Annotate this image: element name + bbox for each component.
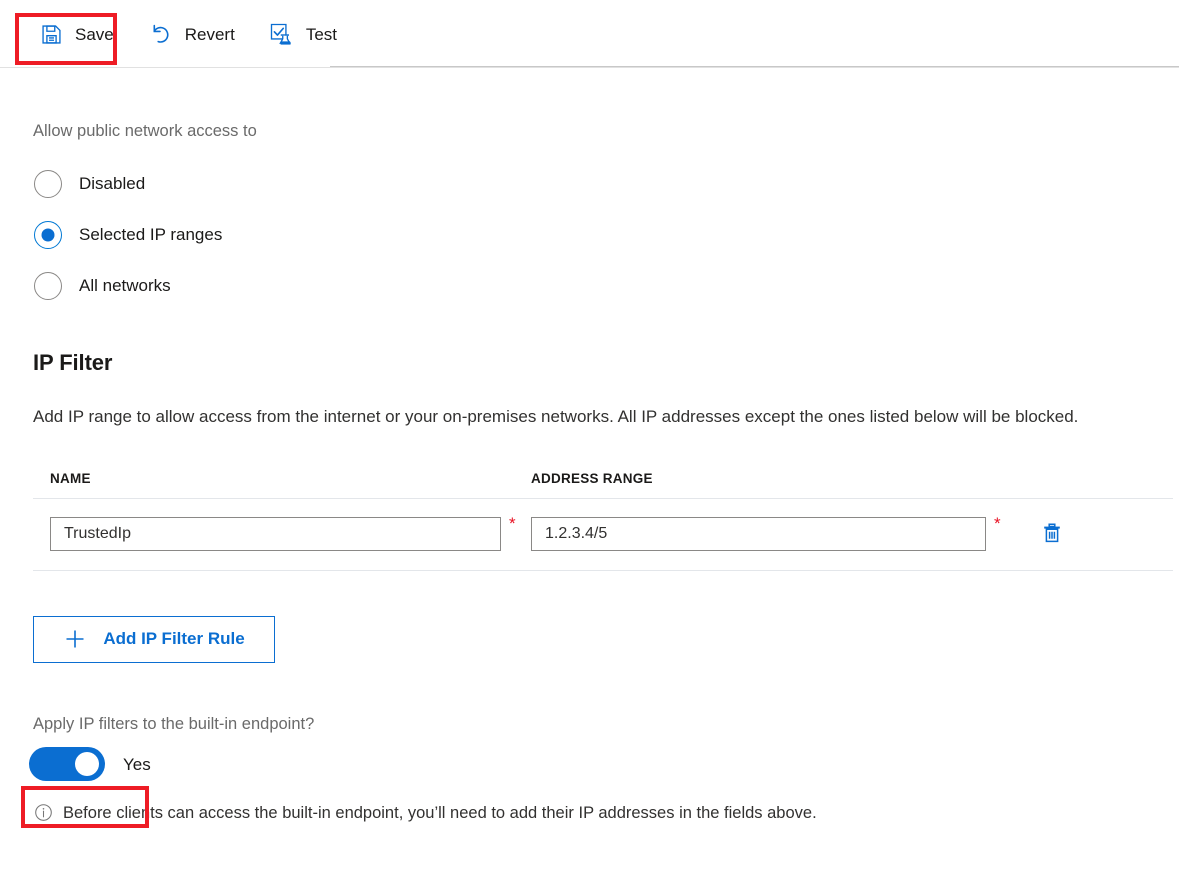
required-asterisk-name: * (509, 515, 516, 532)
toolbar-divider (0, 67, 1179, 68)
toolbar-divider-accent (330, 66, 1179, 67)
radio-mark-disabled (34, 170, 62, 198)
public-network-access-label: Allow public network access to (33, 123, 1179, 140)
delete-rule-button[interactable] (1036, 517, 1068, 552)
command-toolbar: Save Revert Test (0, 0, 1179, 68)
rule-name-input[interactable] (50, 517, 501, 551)
table-header-row: NAME ADDRESS RANGE (33, 471, 1173, 499)
column-header-name: NAME (50, 471, 531, 486)
revert-icon (148, 21, 174, 47)
add-ip-filter-rule-button[interactable]: Add IP Filter Rule (33, 616, 275, 663)
save-button[interactable]: Save (28, 16, 124, 52)
radio-mark-all-networks (34, 272, 62, 300)
test-button[interactable]: Test (259, 16, 347, 52)
ip-filter-table: NAME ADDRESS RANGE * * (33, 471, 1173, 571)
revert-button[interactable]: Revert (138, 16, 245, 52)
add-ip-filter-rule-label: Add IP Filter Rule (103, 629, 244, 649)
save-button-label: Save (75, 26, 114, 43)
trash-icon (1040, 521, 1064, 548)
info-icon (34, 803, 53, 822)
radio-label-disabled: Disabled (79, 175, 145, 192)
settings-pane: Allow public network access to Disabled … (0, 123, 1179, 822)
builtin-endpoint-toggle-row: Yes (29, 747, 151, 781)
save-icon (38, 21, 64, 47)
builtin-endpoint-question: Apply IP filters to the built-in endpoin… (33, 716, 1179, 733)
radio-option-disabled[interactable]: Disabled (33, 166, 145, 202)
plus-icon (63, 627, 87, 651)
table-row: * * (33, 499, 1173, 571)
cell-name: * (50, 517, 531, 551)
builtin-endpoint-toggle-value: Yes (123, 756, 151, 773)
revert-button-label: Revert (185, 26, 235, 43)
radio-option-all-networks[interactable]: All networks (33, 268, 171, 304)
builtin-endpoint-toggle[interactable] (29, 747, 105, 781)
builtin-endpoint-note: Before clients can access the built-in e… (34, 803, 1179, 822)
address-range-input[interactable] (531, 517, 986, 551)
required-asterisk-address-range: * (994, 515, 1001, 532)
radio-option-selected-ip-ranges[interactable]: Selected IP ranges (33, 217, 222, 253)
ip-filter-heading: IP Filter (33, 352, 1179, 374)
radio-mark-selected-ip-ranges (34, 221, 62, 249)
column-header-address-range: ADDRESS RANGE (531, 471, 991, 486)
toggle-knob (75, 752, 99, 776)
cell-address-range: * (531, 517, 1012, 551)
public-network-access-radio-group: Disabled Selected IP ranges All networks (33, 166, 1179, 304)
ip-filter-description: Add IP range to allow access from the in… (33, 406, 1179, 427)
radio-label-all-networks: All networks (79, 277, 171, 294)
test-button-label: Test (306, 26, 337, 43)
builtin-endpoint-note-text: Before clients can access the built-in e… (63, 805, 817, 822)
test-icon (269, 21, 295, 47)
radio-label-selected-ip-ranges: Selected IP ranges (79, 226, 222, 243)
